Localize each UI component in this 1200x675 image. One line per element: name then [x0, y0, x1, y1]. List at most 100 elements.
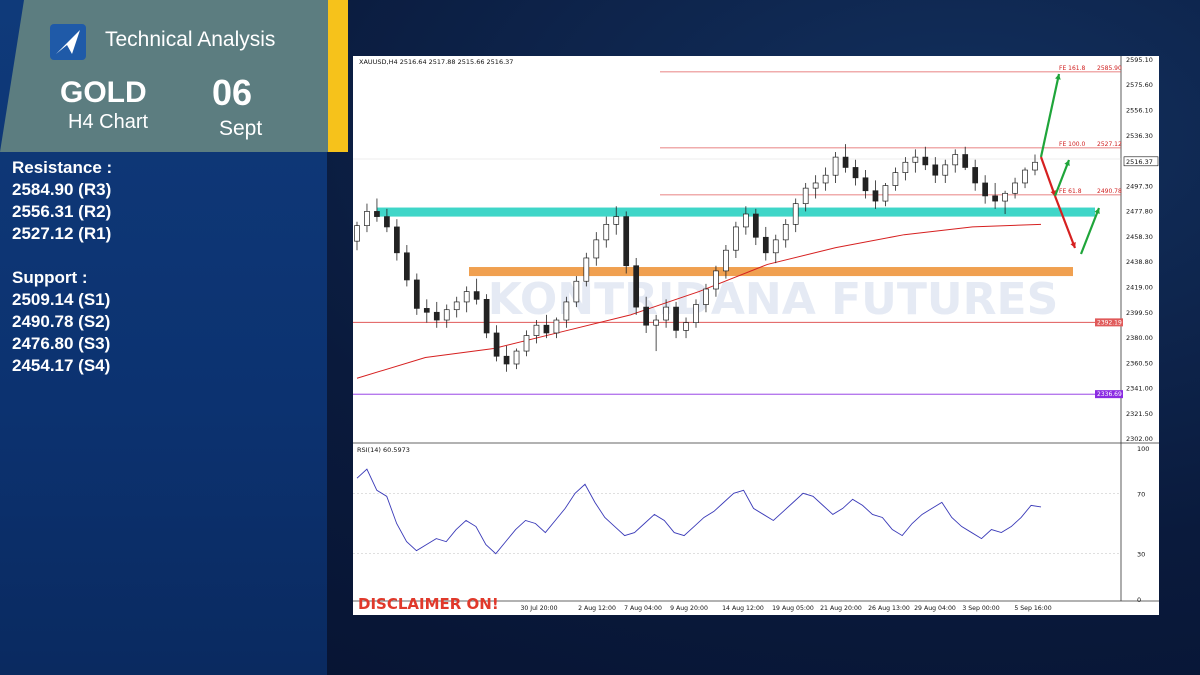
x-tick-label: 3 Sep 00:00 — [962, 605, 999, 612]
x-tick-label: 26 Aug 13:00 — [868, 605, 910, 612]
candle-body — [643, 306, 649, 326]
price-chart-svg: XAUUSD,H4 2516.64 2517.88 2515.66 2516.3… — [353, 56, 1159, 613]
support-block: Support : 2509.14 (S1) 2490.78 (S2) 2476… — [12, 267, 110, 377]
rsi-tick-label: 30 — [1137, 551, 1145, 559]
fib-value-label: 2490.78 — [1097, 188, 1122, 195]
timeframe-label: H4 Chart — [68, 111, 149, 133]
brand-logo-icon — [50, 24, 86, 60]
candle-body — [1012, 182, 1018, 194]
candle-body — [772, 239, 779, 254]
candle-body — [653, 319, 659, 326]
candle-body — [842, 156, 849, 168]
support-s2: 2490.78 (S2) — [12, 312, 111, 331]
candle-body — [533, 324, 540, 336]
candle-body — [723, 249, 729, 272]
candle-body — [553, 319, 560, 334]
candle-body — [673, 306, 679, 331]
candle-body — [972, 167, 979, 184]
x-tick-label: 7 Aug 04:00 — [624, 605, 662, 612]
x-tick-label: 2 Aug 12:00 — [578, 605, 616, 612]
x-tick-label: 5 Sep 16:00 — [1014, 605, 1051, 612]
y-tick-label: 2302.00 — [1126, 435, 1153, 443]
x-tick-label: 19 Aug 05:00 — [772, 605, 814, 612]
support-zone-orange — [469, 267, 1073, 277]
resistance-r1: 2527.12 (R1) — [12, 224, 112, 243]
support-s1: 2509.14 (S1) — [12, 290, 111, 309]
fib-value-label: 2527.12 — [1097, 141, 1122, 148]
candle-body — [394, 226, 400, 254]
y-tick-label: 2595.10 — [1126, 56, 1153, 64]
y-tick-label: 2419.00 — [1126, 284, 1153, 292]
y-tick-label: 2556.10 — [1126, 106, 1153, 114]
x-tick-label: 30 Jul 20:00 — [520, 605, 557, 612]
y-tick-label: 2458.30 — [1126, 233, 1153, 241]
candle-body — [623, 216, 630, 267]
x-tick-label: 9 Aug 20:00 — [670, 605, 708, 612]
candle-body — [1022, 169, 1028, 184]
x-tick-label: 14 Aug 12:00 — [722, 605, 764, 612]
support-zone-teal — [377, 207, 1095, 217]
candle-body — [583, 257, 590, 282]
bullish-arrow-upper-shaft — [1039, 73, 1061, 158]
date-month: Sept — [219, 117, 263, 140]
candle-body — [743, 213, 749, 228]
candle-body — [493, 332, 500, 357]
candle-body — [852, 167, 859, 179]
candle-body — [1032, 161, 1038, 171]
symbol-info: XAUUSD,H4 2516.64 2517.88 2515.66 2516.3… — [359, 58, 513, 66]
rsi-line — [356, 468, 1042, 555]
candle-body — [593, 239, 600, 259]
watermark: KONTRIDANA FUTURES — [488, 274, 1059, 325]
candle-body — [354, 225, 360, 242]
header-card — [0, 0, 348, 152]
fib-label: FE 100.0 — [1059, 141, 1086, 148]
candle-body — [413, 279, 420, 309]
candle-body — [902, 161, 909, 173]
candle-body — [752, 213, 759, 238]
x-tick-label: 29 Aug 04:00 — [914, 605, 956, 612]
candle-body — [962, 154, 969, 168]
fib-label: FE 61.8 — [1059, 188, 1082, 195]
fib-label: FE 161.8 — [1059, 65, 1086, 72]
candle-body — [483, 298, 490, 334]
x-tick-label: 21 Aug 20:00 — [820, 605, 862, 612]
candle-body — [384, 216, 390, 228]
resistance-title: Resistance : — [12, 158, 113, 177]
fib-value-label: 2585.90 — [1097, 65, 1122, 72]
date-day: 06 — [212, 72, 253, 113]
candle-body — [443, 309, 450, 321]
rsi-tick-label: 70 — [1137, 490, 1145, 498]
candle-body — [822, 174, 829, 184]
candle-body — [832, 156, 839, 176]
candle-body — [992, 195, 998, 202]
candle-body — [433, 311, 440, 321]
y-tick-label: 2341.00 — [1126, 385, 1153, 393]
candle-body — [543, 324, 550, 334]
candle-body — [932, 164, 939, 176]
header-gold-strip — [328, 0, 348, 152]
y-tick-label: 2360.50 — [1126, 359, 1153, 367]
candle-body — [693, 304, 699, 323]
candle-body — [872, 190, 879, 202]
candle-body — [802, 187, 809, 205]
horizontal-level-label: 2392.19 — [1097, 319, 1122, 326]
candle-body — [404, 252, 410, 281]
candle-body — [513, 350, 520, 365]
candle-body — [942, 164, 949, 176]
candle-body — [473, 291, 480, 300]
candle-body — [982, 182, 988, 197]
candle-body — [633, 265, 640, 308]
candle-body — [762, 236, 769, 254]
candle-body — [503, 355, 510, 365]
candle-body — [862, 177, 869, 192]
y-tick-label: 2536.30 — [1126, 132, 1153, 140]
y-tick-label: 2321.50 — [1126, 410, 1153, 418]
chart-frame: XAUUSD,H4 2516.64 2517.88 2515.66 2516.3… — [353, 56, 1159, 615]
candle-body — [952, 154, 959, 166]
y-tick-label: 2380.00 — [1126, 334, 1153, 342]
candle-body — [573, 280, 580, 303]
candle-body — [663, 306, 669, 321]
candle-body — [892, 172, 899, 186]
header-title: Technical Analysis — [105, 28, 276, 51]
candle-body — [453, 301, 460, 311]
